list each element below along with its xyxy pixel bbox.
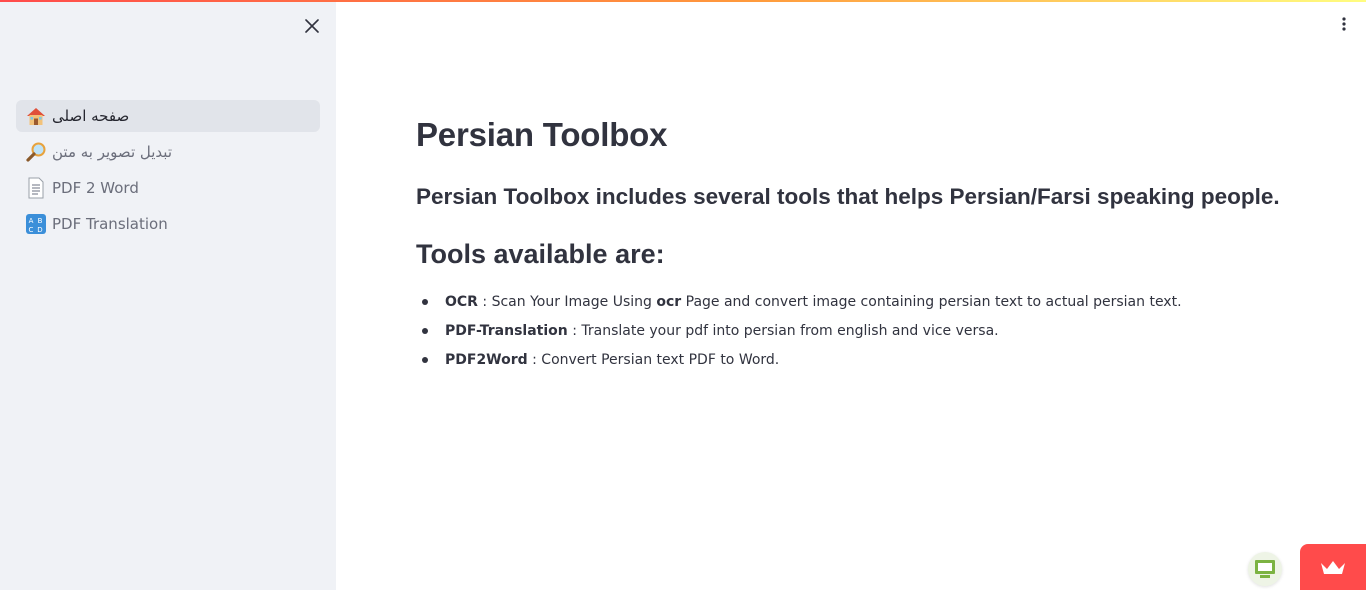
svg-text:C: C (29, 226, 34, 234)
svg-text:D: D (37, 226, 42, 234)
main-content: Persian Toolbox Persian Toolbox includes… (416, 112, 1296, 379)
tool-description: : Translate your pdf into persian from e… (567, 323, 999, 339)
sidebar-item-label: تبدیل تصویر به متن (52, 143, 172, 161)
sidebar-nav: صفحه اصلی تبدیل تصویر به متن PDF 2 Word (16, 100, 320, 244)
sidebar-item-pdf-translation[interactable]: A B C D PDF Translation (16, 208, 320, 240)
list-item: PDF2Word : Convert Persian text PDF to W… (416, 350, 1296, 379)
tool-description: : Scan Your Image Using (477, 294, 657, 310)
tools-heading: Tools available are: (416, 239, 665, 269)
page-subtitle: Persian Toolbox includes several tools t… (416, 184, 1280, 209)
sidebar-item-label: PDF Translation (52, 215, 168, 233)
screen-icon (1255, 560, 1275, 578)
viewer-badge[interactable] (1248, 552, 1282, 586)
svg-text:B: B (38, 217, 43, 225)
main-menu-button[interactable] (1334, 14, 1354, 34)
hosted-badge[interactable] (1300, 544, 1366, 590)
tool-description-rest: Page and convert image containing persia… (681, 294, 1182, 310)
sidebar-item-home[interactable]: صفحه اصلی (16, 100, 320, 132)
sidebar-item-ocr[interactable]: تبدیل تصویر به متن (16, 136, 320, 168)
tool-description-bold: ocr (656, 294, 682, 310)
more-vertical-icon (1342, 17, 1346, 31)
tool-description: : Convert Persian text PDF to Word. (527, 352, 780, 368)
sidebar-item-pdf2word[interactable]: PDF 2 Word (16, 172, 320, 204)
tool-name: PDF2Word (445, 352, 528, 368)
document-icon (24, 176, 48, 200)
close-sidebar-button[interactable] (302, 16, 322, 36)
sidebar-item-label: صفحه اصلی (52, 107, 130, 125)
tool-list: OCR : Scan Your Image Using ocr Page and… (416, 292, 1296, 379)
close-icon (305, 19, 319, 33)
top-decoration-bar (0, 0, 1366, 2)
list-item: PDF-Translation : Translate your pdf int… (416, 321, 1296, 350)
abcd-input-icon: A B C D (24, 212, 48, 236)
tool-name: PDF-Translation (445, 323, 568, 339)
crown-icon (1321, 561, 1345, 574)
svg-text:A: A (29, 217, 34, 225)
tool-name: OCR (445, 294, 478, 310)
list-item: OCR : Scan Your Image Using ocr Page and… (416, 292, 1296, 321)
house-icon (24, 104, 48, 128)
magnifying-glass-icon (24, 140, 48, 164)
sidebar-item-label: PDF 2 Word (52, 179, 139, 197)
sidebar: صفحه اصلی تبدیل تصویر به متن PDF 2 Word (0, 0, 336, 590)
page-title: Persian Toolbox (416, 116, 668, 153)
